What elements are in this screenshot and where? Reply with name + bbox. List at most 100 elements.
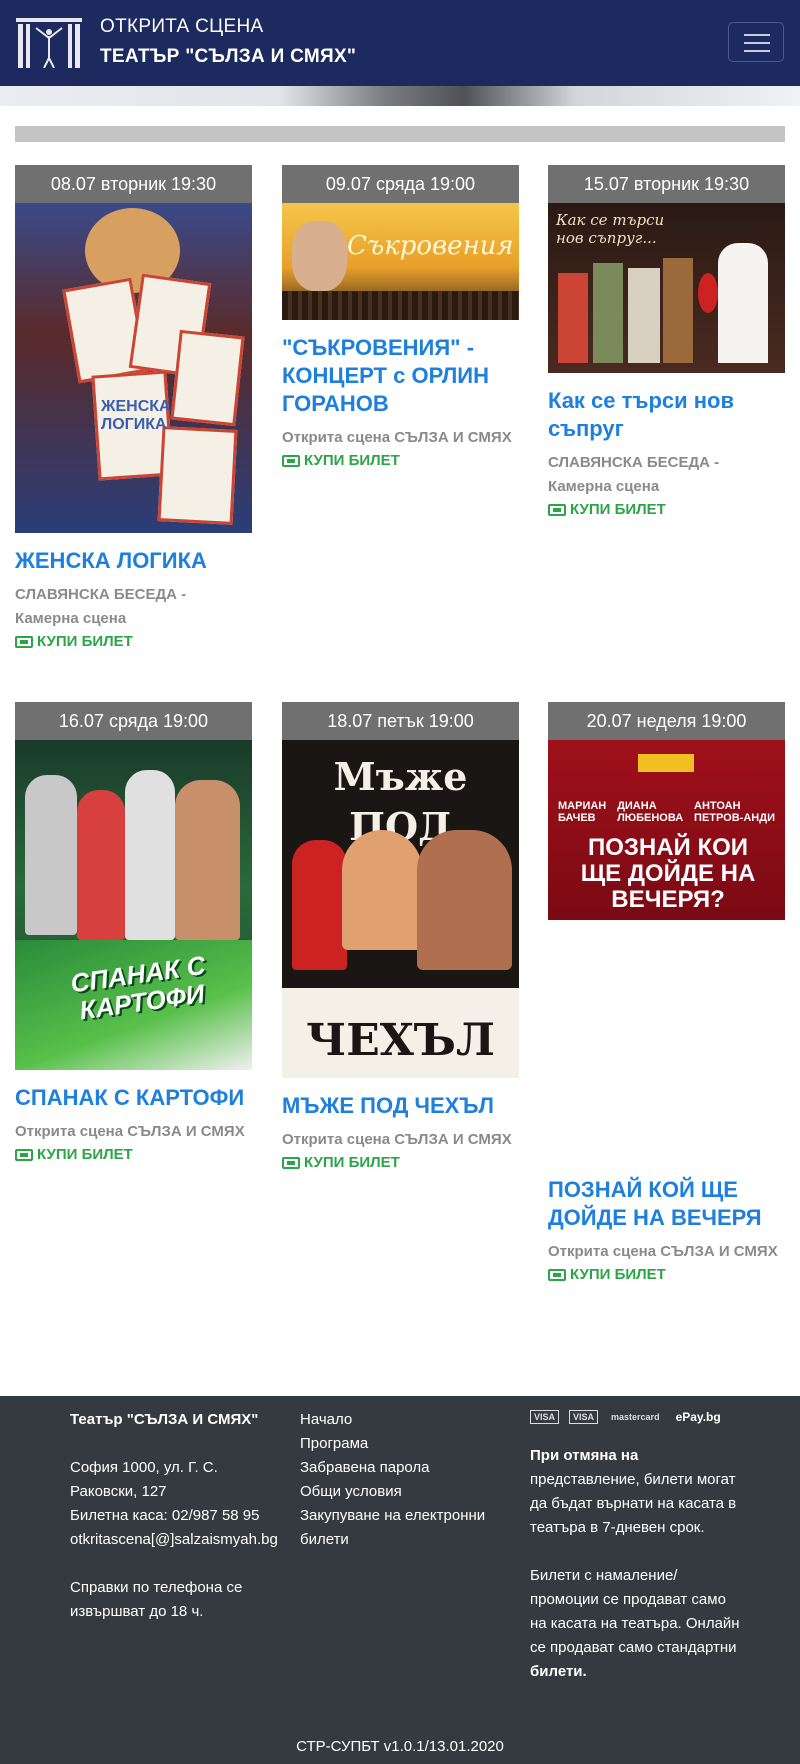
navbar: ОТКРИТА СЦЕНА ТЕАТЪР "СЪЛЗА И СМЯХ" xyxy=(0,0,800,86)
event-date: 15.07 вторник 19:30 xyxy=(548,165,785,203)
footer-email[interactable]: otkritascena[@]salzaismyah.bg xyxy=(70,1528,278,1552)
poster-face xyxy=(292,221,347,291)
event-title[interactable]: ПОЗНАЙ КОЙ ЩЕ ДОЙДЕ НА ВЕЧЕРЯ xyxy=(548,1176,785,1232)
event-venue: Открита сцена СЪЛЗА И СМЯХ xyxy=(548,1243,778,1260)
buy-ticket-link[interactable]: КУПИ БИЛЕТ xyxy=(15,1144,252,1166)
poster-theatre-logo xyxy=(638,754,694,772)
brand-subtitle[interactable]: ТЕАТЪР "СЪЛЗА И СМЯХ" xyxy=(100,46,356,68)
menu-toggle-button[interactable] xyxy=(728,22,784,62)
ticket-icon xyxy=(548,1269,566,1281)
event-card: 08.07 вторник 19:30 ЖЕНСКА ЛОГИКА ЖЕНСКА… xyxy=(15,165,252,653)
footer-link-terms[interactable]: Общи условия xyxy=(300,1483,402,1500)
footer-contact: Театър "СЪЛЗА И СМЯХ" София 1000, ул. Г.… xyxy=(70,1408,278,1624)
refund-note-3: да бъдат върнати на касата в xyxy=(530,1495,737,1512)
poster-text: ЖЕНСКА ЛОГИКА xyxy=(101,398,171,433)
visa-icon: VISA xyxy=(530,1410,560,1424)
buy-ticket-label: КУПИ БИЛЕТ xyxy=(37,1146,133,1163)
event-poster[interactable]: МАРИАН БАЧЕВ ДИАНА ЛЮБЕНОВА АНТОАН ПЕТРОВ-АНД… xyxy=(548,740,785,920)
poster-figure xyxy=(125,770,175,940)
event-poster[interactable]: Как се търси нов съпруг... xyxy=(548,203,785,373)
footer-link-home[interactable]: Начало xyxy=(300,1411,352,1428)
header-banner-strip xyxy=(0,86,800,106)
event-venue: Открита сцена СЪЛЗА И СМЯХ xyxy=(282,1131,512,1148)
event-date: 09.07 сряда 19:00 xyxy=(282,165,519,203)
poster-figure xyxy=(558,273,588,363)
buy-ticket-link[interactable]: КУПИ БИЛЕТ xyxy=(15,631,252,653)
poster-flowers xyxy=(698,273,718,313)
event-date: 18.07 петък 19:00 xyxy=(282,702,519,740)
payment-logos: VISA VISA mastercard ePay.bg xyxy=(530,1408,740,1426)
event-venue: Открита сцена СЪЛЗА И СМЯХ xyxy=(15,1123,245,1140)
epay-icon: ePay.bg xyxy=(675,1410,721,1424)
discount-note-1: Билети с намаление/ xyxy=(530,1567,678,1584)
event-card: 18.07 петък 19:00 Мъже ПОД ЧЕХЪЛ ЧЕХЪЛ М… xyxy=(282,702,519,1174)
event-venue: СЛАВЯНСКА БЕСЕДА - Камерна сцена xyxy=(15,586,187,627)
event-title[interactable]: "СЪКРОВЕНИЯ" - КОНЦЕРТ с ОРЛИН ГОРАНОВ xyxy=(282,334,519,418)
poster-text-bottom: ЧЕХЪЛ xyxy=(306,1015,495,1066)
brand-title[interactable]: ОТКРИТА СЦЕНА xyxy=(100,16,263,38)
event-poster[interactable]: СПАНАК С КАРТОФИ xyxy=(15,740,252,1070)
visa-electron-icon: VISA xyxy=(569,1410,599,1424)
discount-note-5: билети. xyxy=(530,1663,587,1680)
buy-ticket-label: КУПИ БИЛЕТ xyxy=(570,1266,666,1283)
event-poster[interactable]: Мъже ПОД ЧЕХЪЛ ЧЕХЪЛ xyxy=(282,740,519,1078)
poster-figure xyxy=(628,268,660,363)
footer-info: VISA VISA mastercard ePay.bg При отмяна … xyxy=(530,1408,740,1684)
event-card: 15.07 вторник 19:30 Как се търси нов съп… xyxy=(548,165,785,521)
poster-orchestra xyxy=(282,291,519,320)
event-date: 20.07 неделя 19:00 xyxy=(548,702,785,740)
event-poster[interactable]: ЖЕНСКА ЛОГИКА xyxy=(15,203,252,533)
footer-links: Начало Програма Забравена парола Общи ус… xyxy=(300,1408,500,1552)
buy-ticket-link[interactable]: КУПИ БИЛЕТ xyxy=(548,1264,785,1286)
theatre-logo-icon[interactable] xyxy=(16,18,82,68)
event-title[interactable]: МЪЖЕ ПОД ЧЕХЪЛ xyxy=(282,1092,519,1120)
event-title[interactable]: ЖЕНСКА ЛОГИКА xyxy=(15,547,252,575)
buy-ticket-link[interactable]: КУПИ БИЛЕТ xyxy=(548,499,785,521)
poster-card xyxy=(157,426,238,525)
buy-ticket-link[interactable]: КУПИ БИЛЕТ xyxy=(282,450,519,472)
refund-note-2: представление, билети могат xyxy=(530,1471,736,1488)
ticket-icon xyxy=(548,504,566,516)
footer-link-e-tickets-cont[interactable]: билети xyxy=(300,1531,349,1548)
poster-figure xyxy=(77,790,125,940)
refund-note-4: театъра в 7-дневен срок. xyxy=(530,1519,705,1536)
footer-link-program[interactable]: Програма xyxy=(300,1435,368,1452)
poster-figure xyxy=(175,780,240,940)
poster-text: ПОЗНАЙ КОИ ЩЕ ДОЙДЕ НА ВЕЧЕРЯ? xyxy=(580,834,756,913)
buy-ticket-label: КУПИ БИЛЕТ xyxy=(37,633,133,650)
footer-link-e-tickets[interactable]: Закупуване на електронни xyxy=(300,1507,485,1524)
event-poster[interactable]: Съкровения xyxy=(282,203,519,320)
event-card: 09.07 сряда 19:00 Съкровения "СЪКРОВЕНИЯ… xyxy=(282,165,519,472)
event-date: 08.07 вторник 19:30 xyxy=(15,165,252,203)
ticket-icon xyxy=(15,636,33,648)
footer-gap xyxy=(70,1432,270,1456)
footer-link-forgot-password[interactable]: Забравена парола xyxy=(300,1459,430,1476)
progress-placeholder-bar xyxy=(15,126,785,142)
footer-box-office: Билетна каса: 02/987 58 95 xyxy=(70,1507,260,1524)
ticket-icon xyxy=(282,1157,300,1169)
footer-gap xyxy=(530,1540,740,1564)
event-venue: Открита сцена СЪЛЗА И СМЯХ xyxy=(282,429,512,446)
poster-figure xyxy=(292,840,347,970)
poster-figure xyxy=(663,258,693,363)
event-card: 20.07 неделя 19:00 МАРИАН БАЧЕВ ДИАНА ЛЮБЕН… xyxy=(548,702,785,1286)
app-version: СТР-СУПБТ v1.0.1/13.01.2020 xyxy=(296,1738,504,1755)
poster-text: Как се търси нов съпруг... xyxy=(556,211,665,247)
discount-note-4: се продават само стандартни xyxy=(530,1639,737,1656)
poster-bride xyxy=(718,243,768,363)
footer-theatre-name: Театър "СЪЛЗА И СМЯХ" xyxy=(70,1411,259,1428)
buy-ticket-link[interactable]: КУПИ БИЛЕТ xyxy=(282,1152,519,1174)
discount-note-2: промоции се продават само xyxy=(530,1591,726,1608)
discount-note-3: на касата на театъра. Онлайн xyxy=(530,1615,740,1632)
ticket-icon xyxy=(282,455,300,467)
hamburger-icon-line xyxy=(744,42,770,44)
event-title[interactable]: СПАНАК С КАРТОФИ xyxy=(15,1084,252,1112)
poster-figure xyxy=(593,263,623,363)
footer-address-2: Раковски, 127 xyxy=(70,1483,167,1500)
event-title[interactable]: Как се търси нов съпруг xyxy=(548,387,785,443)
poster-card xyxy=(170,329,245,427)
poster-figure xyxy=(417,830,512,970)
footer-phone-note-2: извършват до 18 ч. xyxy=(70,1603,204,1620)
poster-figure xyxy=(342,830,422,950)
buy-ticket-label: КУПИ БИЛЕТ xyxy=(304,452,400,469)
